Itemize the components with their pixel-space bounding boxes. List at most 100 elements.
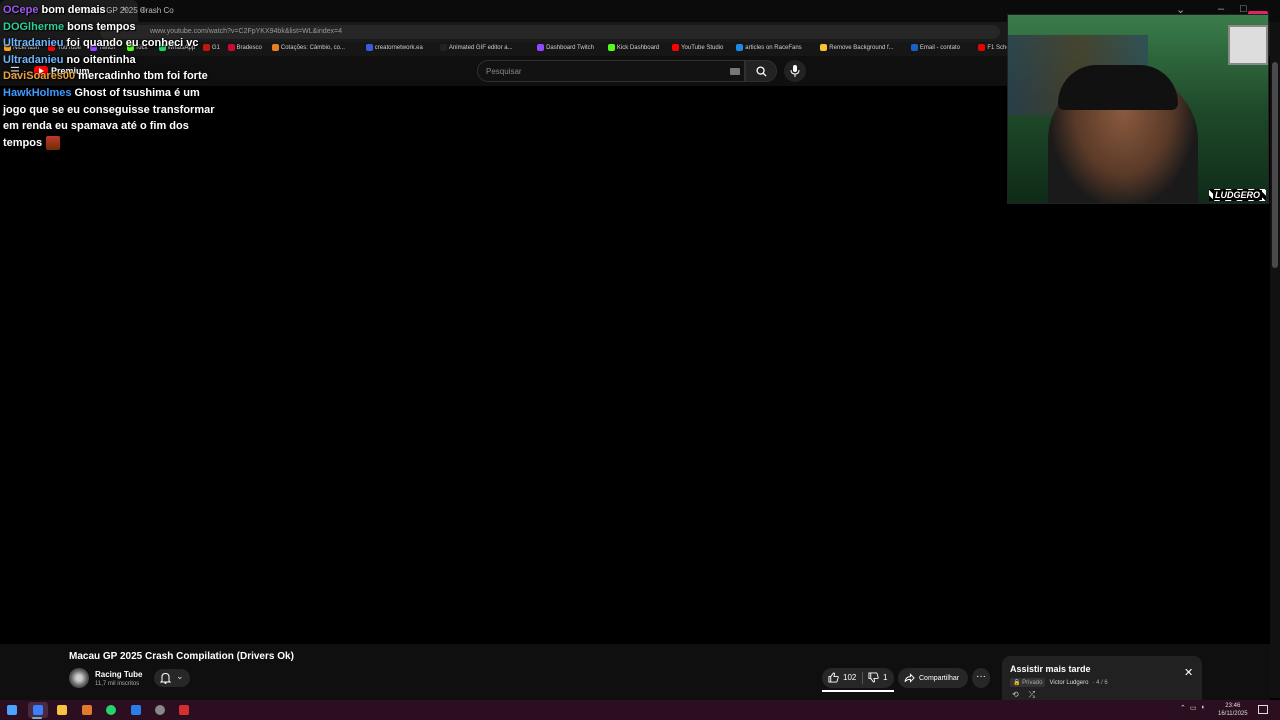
volume-icon[interactable]: ◖ [1201,704,1205,712]
bookmark-item[interactable]: Email - contato [910,44,960,51]
bookmark-favicon-icon [607,44,615,51]
network-icon[interactable]: ▭ [1190,704,1197,712]
bookmark-favicon-icon [736,44,744,51]
taskbar-start-icon[interactable] [2,702,22,718]
chevron-up-icon[interactable]: ⌃ [1180,704,1186,712]
playlist-position: · 4 / 6 [1092,679,1108,686]
bookmark-favicon-icon [439,44,447,51]
privacy-badge: 🔒 Privado [1010,678,1046,687]
thumbs-down-icon [868,672,879,683]
bookmark-item[interactable]: Remove Background f... [820,44,894,51]
webcam-overlay: LUDGERO [1007,14,1269,204]
bookmark-label: Cotações: Câmbio, co... [280,44,345,51]
bookmark-favicon-icon [820,44,828,51]
bookmark-item[interactable]: Bradesco [227,44,262,51]
taskbar-files-icon[interactable] [52,702,72,718]
playlist-owner[interactable]: Victor Ludgero [1049,680,1088,686]
taskbar-browser-icon[interactable] [28,702,48,718]
share-icon [904,673,915,683]
bookmark-label: Email - contato [919,44,960,51]
search-placeholder: Pesquisar [486,67,522,76]
bookmark-favicon-icon [537,44,545,51]
shuffle-icon[interactable]: ⤮ [1029,690,1035,700]
bookmark-label: Kick Dashboard [616,44,660,51]
taskbar-app-blue-icon[interactable] [126,702,146,718]
dislike-count: 1 [883,673,888,682]
bookmark-item[interactable]: Cotações: Câmbio, co... [271,44,345,51]
bookmark-item[interactable]: Kick Dashboard [607,44,660,51]
channel-name[interactable]: Racing Tube [95,670,142,679]
chat-username: OCepe [3,4,39,16]
dislike-button[interactable]: 1 [868,672,887,683]
active-app-indicator [32,717,42,719]
bell-icon [160,672,171,684]
chat-message: DOGlherme bons tempos [0,19,222,36]
share-button[interactable]: Compartilhar [898,668,968,688]
taskbar-glyph [57,705,67,715]
address-bar[interactable]: www.youtube.com/watch?v=C2FpYKX94bk&list… [100,25,1000,39]
channel-avatar[interactable] [69,668,89,688]
taskbar-glyph [106,705,116,715]
bookmark-label: YouTube Studio [681,44,724,51]
taskbar-glyph [33,705,43,715]
taskbar-glyph [179,705,189,715]
chat-username: Ultradanieu [3,37,64,50]
close-icon[interactable]: ✕ [1184,666,1193,679]
like-underline [822,690,894,692]
bookmark-item[interactable]: YouTube Studio [672,44,723,51]
bookmark-item[interactable]: articles on RaceFans [736,44,802,51]
scrollbar-thumb[interactable] [1272,62,1278,268]
chat-message: DaviSoares00 mercadinho tbm foi forte [0,68,222,85]
more-actions-button[interactable]: ··· [972,668,990,688]
taskbar-whatsapp-icon[interactable] [101,702,121,718]
bookmark-label: Bradesco [236,44,262,51]
webcam-streamer-cap [1058,65,1178,110]
voice-search-button[interactable] [784,60,806,82]
bookmark-item[interactable]: creatornetwork.ea [365,44,423,51]
playlist-panel: Assistir mais tarde ✕ 🔒 Privado Victor L… [1002,656,1202,700]
share-label: Compartilhar [919,674,960,682]
bookmark-label: Animated GIF editor a... [448,44,513,51]
search-input[interactable]: Pesquisar [477,60,745,82]
bookmark-item[interactable]: Animated GIF editor a... [439,44,513,51]
system-tray: ⌃ ▭ ◖ [1180,704,1205,712]
taskbar-glyph [82,705,92,715]
chat-message: HawkHolmes Ghost of tsushima é um jogo qu… [0,85,222,151]
chat-message: Ultradanieu no oitentinha [0,52,222,69]
bookmark-favicon-icon [227,44,235,51]
search-button[interactable] [745,60,777,82]
notification-bell-button[interactable]: ⌄ [154,669,190,687]
playlist-controls: ⟲ ⤮ [1012,690,1035,700]
stream-chat-overlay: OCepe bom demais DOGlherme bons tempos Ultra… [0,2,222,151]
taskbar-obs-icon[interactable] [77,702,97,718]
taskbar-app-gray-icon[interactable] [150,702,170,718]
search-icon [756,66,767,77]
microphone-icon [790,65,800,77]
taskbar-app-red-icon[interactable] [174,702,194,718]
bookmark-favicon-icon [978,44,986,51]
loop-icon[interactable]: ⟲ [1012,690,1019,700]
notification-center-icon[interactable] [1258,705,1268,714]
chat-username: HawkHolmes [3,86,72,99]
windows-taskbar: ⌃ ▭ ◖ 23:46 16/11/2025 [0,700,1280,720]
like-count: 102 [843,673,857,682]
chat-emote-icon [46,135,61,150]
like-dislike-group: 102 1 [822,668,894,688]
system-clock[interactable]: 23:46 16/11/2025 [1218,702,1248,718]
bookmark-favicon-icon [271,44,279,51]
taskbar-glyph [7,705,17,715]
bookmark-label: Remove Background f... [829,44,894,51]
chat-text: bons tempos [67,20,136,33]
chat-username: DaviSoares00 [3,70,76,83]
subscriber-count: 11,7 mil inscritos [95,681,140,687]
like-button[interactable]: 102 [828,672,856,683]
page-scrollbar[interactable] [1270,22,1280,698]
chat-username: Ultradanieu [3,53,64,66]
webcam-background-monitor [1228,25,1268,65]
chat-text: no oitentinha [66,53,136,66]
bookmark-item[interactable]: Dashboard Twitch [537,44,594,51]
like-divider [862,672,863,684]
chevron-down-icon: ⌄ [176,671,184,681]
keyboard-icon[interactable] [730,68,740,75]
playlist-title[interactable]: Assistir mais tarde [1010,664,1091,674]
